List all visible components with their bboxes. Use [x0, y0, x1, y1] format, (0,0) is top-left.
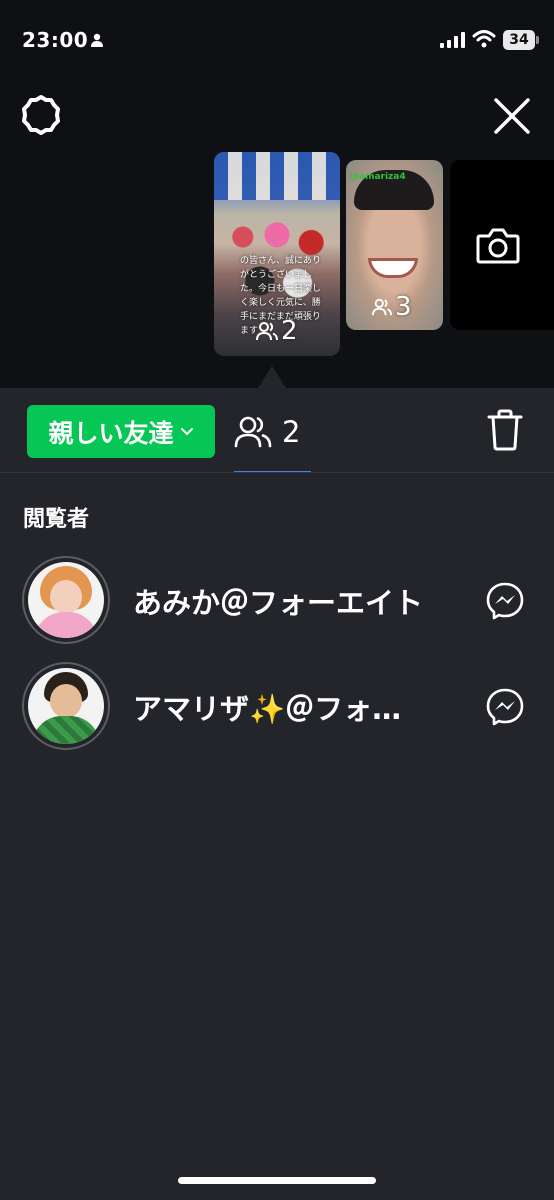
- story-viewer-count: 3: [372, 292, 412, 322]
- close-icon[interactable]: [492, 96, 532, 136]
- tab-viewers[interactable]: 2: [234, 406, 312, 472]
- home-indicator[interactable]: [178, 1177, 376, 1184]
- story-photo-smile: [368, 258, 418, 278]
- section-heading-viewers: 閲覧者: [23, 507, 90, 532]
- story-thumbnail-1[interactable]: の皆さん、誠にありがとうございました。今日も一日楽しく楽しく元気に、勝手にまだま…: [214, 152, 340, 356]
- avatar-photo-face: [50, 684, 82, 718]
- story-thumbnail-2[interactable]: @amariza4 3: [346, 160, 443, 330]
- status-time: 23:00: [22, 28, 89, 52]
- trash-icon[interactable]: [486, 409, 524, 451]
- viewer-row[interactable]: アマリザ✨＠フォ…: [0, 660, 554, 752]
- avatar-photo: [28, 668, 104, 744]
- messenger-icon[interactable]: [486, 688, 524, 726]
- avatar[interactable]: [22, 662, 110, 750]
- viewers-tab-count: 2: [282, 415, 301, 449]
- audience-selector-button[interactable]: 親しい友達: [27, 405, 215, 458]
- story-viewer-count-number: 2: [281, 316, 298, 346]
- battery-nub: [536, 36, 539, 44]
- wifi-icon: [472, 30, 496, 48]
- avatar[interactable]: [22, 556, 110, 644]
- story-photo-backdrop: [214, 152, 340, 200]
- story-strip-area: 23:00 34 の皆さん、誠にありがとうございました。今日も一日楽しく楽しく元…: [0, 0, 554, 388]
- messenger-icon[interactable]: [486, 582, 524, 620]
- viewer-row[interactable]: あみか＠フォーエイト: [0, 554, 554, 646]
- person-icon: [91, 33, 103, 47]
- gear-icon[interactable]: [20, 94, 62, 136]
- users-icon: [372, 298, 392, 316]
- selected-story-pointer: [258, 366, 286, 388]
- avatar-photo-face: [50, 580, 82, 614]
- add-story-camera-tile[interactable]: [450, 160, 554, 330]
- signal-icon: [440, 32, 465, 48]
- viewer-name: アマリザ✨＠フォ…: [133, 692, 402, 726]
- battery-indicator: 34: [503, 30, 535, 50]
- divider: [0, 472, 554, 473]
- users-icon: [234, 416, 272, 448]
- chevron-down-icon: [180, 427, 193, 435]
- avatar-photo-body: [34, 612, 98, 638]
- users-icon: [256, 322, 278, 341]
- story-viewer-count: 2: [256, 316, 298, 346]
- story-viewer-count-number: 3: [395, 292, 412, 322]
- camera-icon: [476, 228, 520, 264]
- avatar-photo-body: [32, 716, 100, 744]
- viewer-name: あみか＠フォーエイト: [133, 586, 424, 620]
- avatar-photo: [28, 562, 104, 638]
- audience-label: 親しい友達: [48, 418, 174, 448]
- story-mention-tag: @amariza4: [350, 172, 406, 182]
